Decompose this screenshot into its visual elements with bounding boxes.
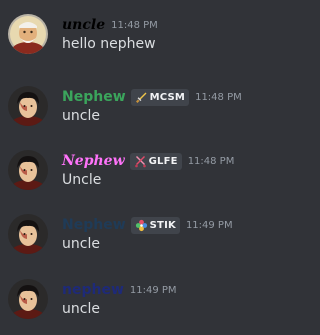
message-text: hello nephew [62,36,156,52]
clover-icon [135,219,147,231]
message-text: uncle [62,108,100,124]
uncle-avatar[interactable] [8,14,48,54]
author-name[interactable]: Nephew [62,89,126,105]
server-tag[interactable]: GLFE [129,152,182,170]
server-tag[interactable]: STIK [130,216,180,234]
tag-label: STIK [149,219,176,231]
author-name[interactable]: uncle [62,17,105,33]
message-text: uncle [62,236,100,252]
tag-label: MCSM [149,91,186,103]
author-name[interactable]: Nephew [62,153,125,169]
message-item: Nephew STIK 11:49 PM uncle [0,214,281,270]
message-item: Nephew MCSM 11:48 PM uncle [0,86,281,142]
crossed-swords-icon [134,155,146,167]
timestamp: 11:49 PM [129,284,177,296]
message-item: Nephew GLFE 11:48 PM Uncle [0,150,281,206]
chat-log: uncle 11:48 PM hello nephew Nephew MCSM … [0,0,281,331]
message-item: uncle 11:48 PM hello nephew [0,14,281,70]
tag-label: GLFE [148,155,178,167]
nephew-avatar[interactable] [8,86,48,126]
message-text: uncle [62,301,100,317]
nephew-avatar[interactable] [8,279,48,319]
author-name[interactable]: nephew [62,282,124,298]
sword-icon [135,92,147,103]
message-text: Uncle [62,172,102,188]
nephew-avatar[interactable] [8,214,48,254]
message-item: nephew 11:49 PM uncle [0,279,281,335]
timestamp: 11:48 PM [195,91,242,103]
timestamp: 11:49 PM [185,219,233,231]
server-tag[interactable]: MCSM [130,88,190,106]
timestamp: 11:48 PM [187,155,235,167]
author-name[interactable]: Nephew [62,217,126,233]
nephew-avatar[interactable] [8,150,48,190]
timestamp: 11:48 PM [111,19,158,31]
